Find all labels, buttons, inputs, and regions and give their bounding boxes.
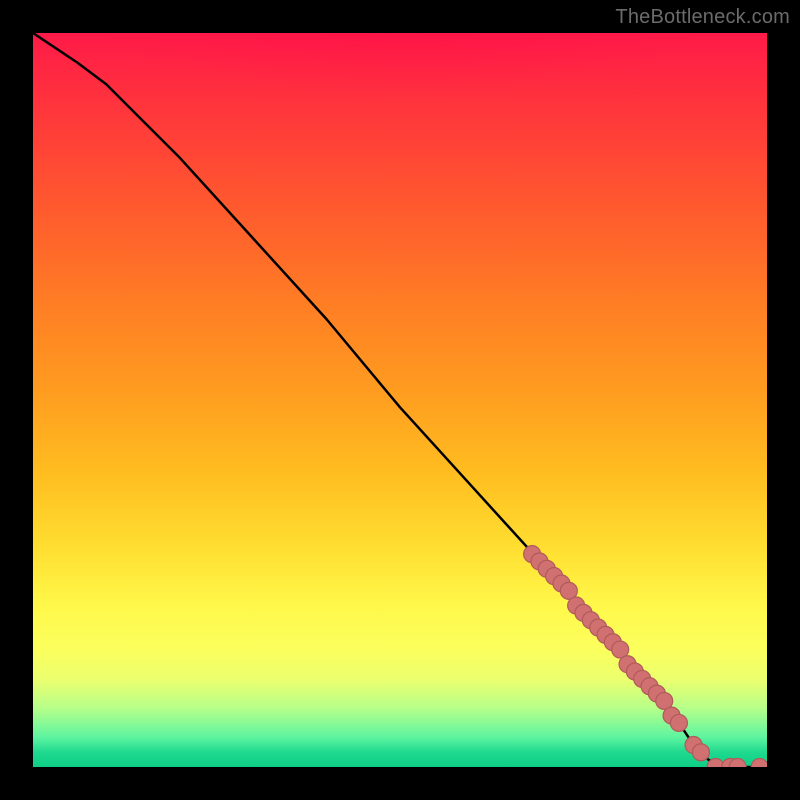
marker-dot <box>670 714 687 731</box>
chart-stage: TheBottleneck.com <box>0 0 800 800</box>
bottleneck-curve <box>33 33 767 767</box>
marker-dot <box>692 744 709 761</box>
plot-area <box>33 33 767 767</box>
marker-group <box>524 546 767 767</box>
curve-layer <box>33 33 767 767</box>
attribution-label: TheBottleneck.com <box>615 6 790 29</box>
marker-dot <box>751 759 767 768</box>
